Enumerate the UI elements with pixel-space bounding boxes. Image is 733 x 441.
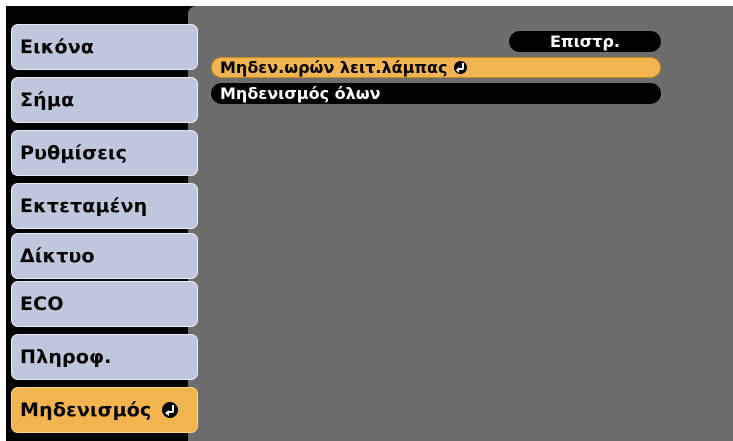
sidebar-item-label: Δίκτυο (20, 245, 95, 267)
sidebar-item-label: Πληροφ. (20, 346, 112, 368)
enter-icon (161, 402, 178, 418)
back-button-label: Επιστρ. (549, 32, 621, 51)
sidebar-item-label: Εικόνα (20, 36, 95, 58)
reset-all-label: Μηδενισμός όλων (220, 84, 381, 103)
sidebar-item-settings[interactable]: Ρυθμίσεις (11, 130, 198, 176)
sidebar-item-label: Μηδενισμός (20, 399, 152, 421)
sidebar-item-label: Σήμα (20, 89, 75, 111)
reset-all-option[interactable]: Μηδενισμός όλων (211, 83, 661, 104)
sidebar-item-image[interactable]: Εικόνα (11, 24, 198, 70)
reset-lamp-hours-option[interactable]: Μηδεν.ωρών λειτ.λάμπας (211, 57, 661, 78)
sidebar-item-signal[interactable]: Σήμα (11, 77, 198, 123)
sidebar-item-network[interactable]: Δίκτυο (11, 233, 198, 279)
sidebar-item-label: Εκτεταμένη (20, 195, 148, 217)
settings-panel: Επιστρ. Μηδεν.ωρών λειτ.λάμπας Μηδενισμό… (188, 6, 733, 441)
enter-icon (453, 61, 467, 74)
back-button[interactable]: Επιστρ. (509, 31, 661, 52)
sidebar-item-label: Ρυθμίσεις (20, 142, 128, 164)
sidebar-item-label: ECO (20, 293, 64, 315)
sidebar-item-extended[interactable]: Εκτεταμένη (11, 183, 198, 229)
sidebar-item-reset[interactable]: Μηδενισμός (11, 387, 198, 433)
sidebar-item-info[interactable]: Πληροφ. (11, 334, 198, 380)
reset-lamp-hours-label: Μηδεν.ωρών λειτ.λάμπας (220, 58, 448, 77)
sidebar-item-eco[interactable]: ECO (11, 281, 198, 327)
